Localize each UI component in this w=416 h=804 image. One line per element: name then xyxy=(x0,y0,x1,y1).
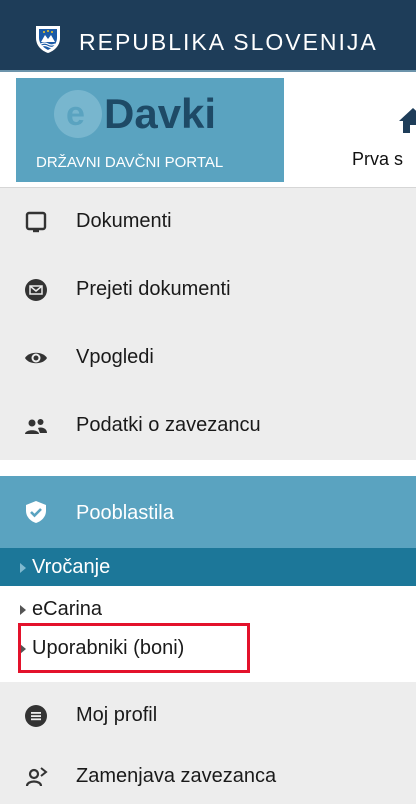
users-icon xyxy=(25,419,47,434)
logo-brand: Davki xyxy=(104,90,217,137)
menu-item-moj-profil[interactable]: Moj profil xyxy=(0,682,416,750)
menu-item-label: Podatki o zavezancu xyxy=(76,414,261,436)
coat-of-arms-icon xyxy=(36,26,60,53)
document-icon xyxy=(25,211,47,233)
home-icon[interactable] xyxy=(398,106,416,134)
submenu-item-label: Vročanje xyxy=(32,556,111,578)
list-icon xyxy=(25,705,47,727)
menu-item-vpogledi[interactable]: Vpogledi xyxy=(0,324,416,392)
menu-item-label: Pooblastila xyxy=(76,502,174,524)
menu-item-pooblastila[interactable]: Pooblastila xyxy=(0,476,416,548)
home-link[interactable]: Prva s xyxy=(352,149,403,170)
menu-item-zamenjava-zavezanca[interactable]: Zamenjava zavezanca xyxy=(0,750,416,804)
caret-right-icon xyxy=(20,605,26,615)
switch-user-icon xyxy=(25,767,48,787)
caret-right-icon xyxy=(20,563,26,573)
menu-item-podatki-o-zavezancu[interactable]: Podatki o zavezancu xyxy=(0,392,416,460)
svg-text:e: e xyxy=(66,95,85,133)
menu-item-label: Zamenjava zavezanca xyxy=(76,765,277,787)
menu-item-prejeti-dokumenti[interactable]: Prejeti dokumenti xyxy=(0,256,416,324)
menu-item-label: Prejeti dokumenti xyxy=(76,278,231,300)
envelope-icon xyxy=(25,279,47,301)
edavki-logo[interactable]: e Davki DRŽAVNI DAVČNI PORTAL xyxy=(16,78,284,182)
menu-item-label: Dokumenti xyxy=(76,210,172,232)
eye-icon xyxy=(25,352,47,364)
highlight-box xyxy=(18,623,250,673)
submenu-item-vrocanje[interactable]: Vročanje xyxy=(0,548,416,586)
site-title: REPUBLIKA SLOVENIJA xyxy=(79,29,378,55)
header-row: e Davki DRŽAVNI DAVČNI PORTAL Prva s xyxy=(0,72,416,188)
shield-check-icon xyxy=(26,501,46,523)
menu-item-label: Moj profil xyxy=(76,704,158,726)
e-logo-icon: e xyxy=(54,90,102,138)
logo-subtitle: DRŽAVNI DAVČNI PORTAL xyxy=(36,154,224,171)
menu-item-dokumenti[interactable]: Dokumenti xyxy=(0,188,416,256)
menu-item-label: Vpogledi xyxy=(76,346,154,368)
top-bar: REPUBLIKA SLOVENIJA xyxy=(0,0,416,72)
submenu-item-label: eCarina xyxy=(32,598,103,620)
